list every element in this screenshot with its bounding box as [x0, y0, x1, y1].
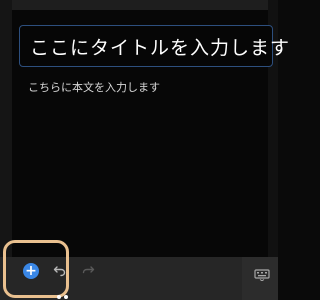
undo-button[interactable] [51, 262, 69, 280]
redo-icon [82, 266, 95, 274]
redo-button[interactable] [79, 262, 97, 280]
title-input[interactable]: ここにタイトルを入力します [19, 25, 289, 67]
body-editor[interactable] [12, 67, 268, 257]
keyboard-button[interactable] [254, 266, 270, 282]
undo-icon [53, 266, 66, 277]
add-button[interactable]: + [23, 263, 39, 279]
editor-screen: ここにタイトルを入力します こちらに本文を入力します + [0, 0, 289, 300]
plus-circle-icon: + [25, 263, 37, 279]
keyboard-icon [254, 269, 270, 282]
title-text: ここにタイトルを入力します [30, 36, 291, 59]
top-bar [0, 0, 278, 10]
body-text: こちらに本文を入力します [28, 81, 160, 94]
scroll-indicator [57, 295, 68, 299]
